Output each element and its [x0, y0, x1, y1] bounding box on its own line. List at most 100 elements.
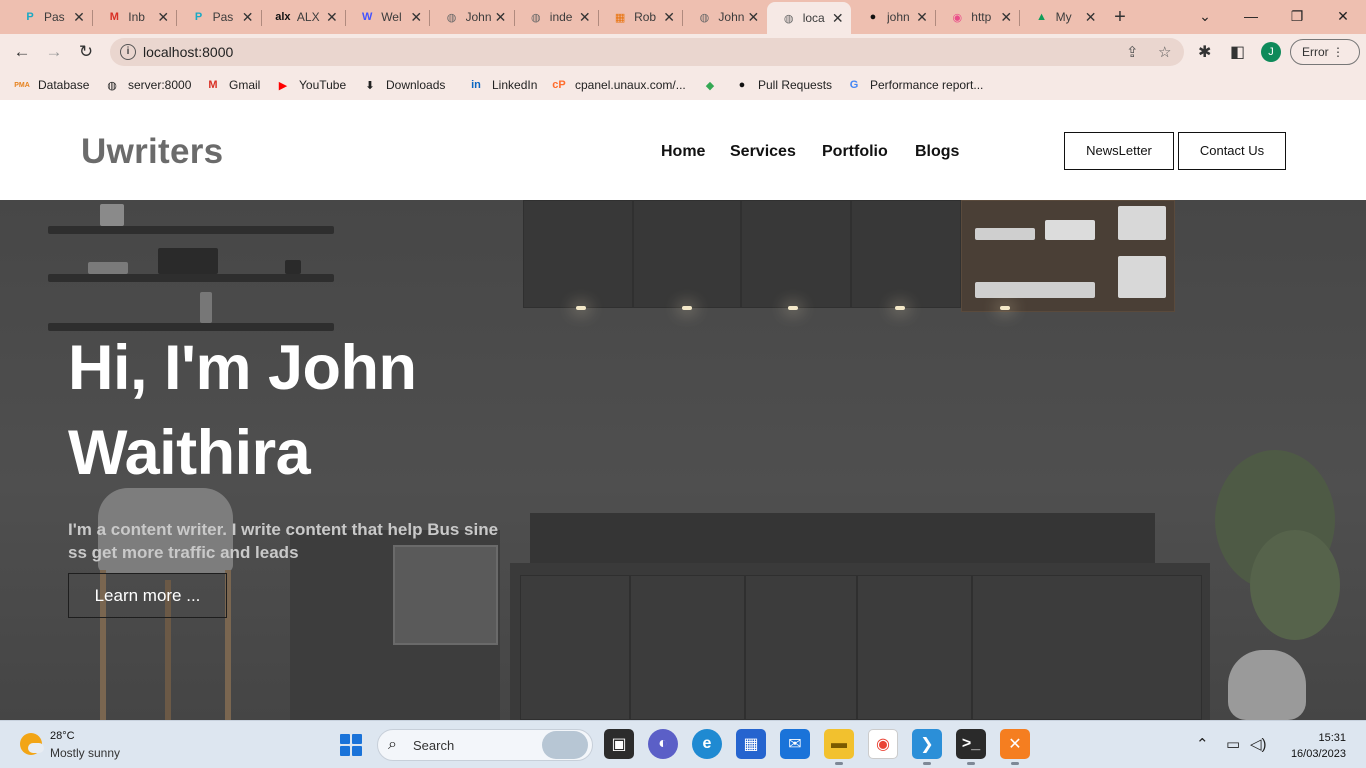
nav-services[interactable]: Services	[730, 143, 796, 161]
network-icon[interactable]: ▭	[1226, 735, 1240, 753]
minimize-button[interactable]: —	[1228, 4, 1274, 28]
nav-portfolio[interactable]: Portfolio	[822, 143, 888, 161]
nav-home[interactable]: Home	[661, 143, 705, 161]
browser-tab[interactable]: ◍ John ✕	[682, 4, 766, 30]
start-windows-icon[interactable]	[340, 734, 362, 756]
bookmark-item[interactable]: M Gmail	[205, 76, 260, 94]
extensions-puzzle-icon[interactable]: ✱	[1198, 42, 1211, 62]
close-tab-icon[interactable]: ✕	[156, 9, 170, 26]
bookmark-item[interactable]: ⬇ Downloads	[362, 76, 445, 94]
cabinet-door	[630, 575, 745, 720]
close-tab-icon[interactable]: ✕	[746, 9, 760, 26]
teams-chat-icon[interactable]: ◐	[648, 729, 678, 759]
cabinet-door	[520, 575, 630, 720]
close-tab-icon[interactable]: ✕	[1084, 9, 1098, 26]
maximize-button[interactable]: ❐	[1274, 4, 1320, 28]
shelf	[48, 226, 334, 234]
close-tab-icon[interactable]: ✕	[662, 9, 676, 26]
cabinet-door	[857, 575, 972, 720]
microsoft-store-icon[interactable]: ▦	[736, 729, 766, 759]
bookmark-star-icon[interactable]: ☆	[1158, 43, 1171, 61]
mail-icon[interactable]: ✉	[780, 729, 810, 759]
bookmark-item[interactable]: ◆	[702, 76, 726, 94]
bookmark-item[interactable]: ◍ server:8000	[104, 76, 191, 94]
tab-title: ALX	[296, 10, 320, 24]
vscode-icon[interactable]: ❯	[912, 729, 942, 765]
weather-condition[interactable]: Mostly sunny	[50, 746, 120, 760]
new-tab-button[interactable]: +	[1109, 6, 1131, 28]
browser-tab[interactable]: ▲ My ✕	[1020, 4, 1104, 30]
profile-avatar[interactable]: J	[1261, 42, 1281, 62]
close-tab-icon[interactable]: ✕	[578, 9, 592, 26]
share-icon[interactable]: ⇪	[1126, 43, 1139, 61]
edge-browser-icon[interactable]: e	[692, 729, 722, 759]
browser-tab[interactable]: ◉ http ✕	[935, 4, 1019, 30]
browser-tab[interactable]: ◍ inde ✕	[514, 4, 598, 30]
chrome-icon[interactable]: ◉	[868, 729, 898, 759]
close-tab-icon[interactable]: ✕	[241, 9, 255, 26]
bookmark-item[interactable]: ● Pull Requests	[734, 76, 832, 94]
tab-title: Inb	[128, 10, 145, 24]
close-tab-icon[interactable]: ✕	[72, 9, 86, 26]
side-panel-icon[interactable]: ◧	[1230, 42, 1245, 62]
browser-tab[interactable]: W Wel ✕	[345, 4, 429, 30]
browser-tab[interactable]: M Inb ✕	[92, 4, 176, 30]
browser-tab[interactable]: alx ALX ✕	[261, 4, 345, 30]
browser-tab[interactable]: P Pas ✕	[8, 4, 92, 30]
weather-sun-icon[interactable]	[20, 733, 44, 755]
bookmark-label: Downloads	[386, 78, 446, 92]
tab-title: Wel	[381, 10, 402, 24]
browser-tab[interactable]: P Pas ✕	[177, 4, 261, 30]
task-view-icon[interactable]: ▣	[604, 729, 634, 759]
file-explorer-icon[interactable]: ▬	[824, 729, 854, 765]
nav-blogs[interactable]: Blogs	[915, 143, 959, 161]
close-window-button[interactable]: ✕	[1320, 4, 1366, 28]
learn-more-button[interactable]: Learn more ...	[68, 573, 227, 618]
decor-item	[285, 260, 301, 274]
terminal-icon[interactable]: >_	[956, 729, 986, 765]
url-text[interactable]: localhost:8000	[143, 44, 233, 60]
browser-tab[interactable]: ◍ loca ✕	[766, 2, 851, 34]
bookmark-item[interactable]: PMA Database	[14, 76, 89, 94]
gmail-icon: M	[208, 79, 218, 91]
site-header: Uwriters Home Services Portfolio Blogs N…	[0, 100, 1366, 200]
xampp-icon[interactable]: ✕	[1000, 729, 1030, 765]
upper-cabinet	[633, 200, 741, 308]
weather-temperature[interactable]: 28°C	[50, 730, 75, 742]
contact-us-button[interactable]: Contact Us	[1178, 132, 1286, 170]
chevron-up-icon[interactable]: ⌃	[1196, 735, 1209, 753]
clock-time: 15:31	[1318, 732, 1346, 744]
newsletter-button[interactable]: NewsLetter	[1064, 132, 1174, 170]
site-logo[interactable]: Uwriters	[81, 132, 223, 172]
browser-tab[interactable]: ▦ Rob ✕	[598, 4, 682, 30]
search-placeholder: Search	[413, 738, 455, 753]
github-icon: ●	[869, 11, 877, 23]
address-bar[interactable]: i localhost:8000 ⇪ ☆	[110, 38, 1184, 66]
cpanel-icon: cP	[552, 79, 566, 91]
bookmark-item[interactable]: in LinkedIn	[468, 76, 537, 94]
close-tab-icon[interactable]: ✕	[999, 9, 1013, 26]
close-tab-icon[interactable]: ✕	[831, 10, 845, 27]
reload-icon[interactable]: ↻	[74, 40, 98, 64]
bookmark-label: server:8000	[128, 78, 192, 92]
volume-icon[interactable]: ◁)	[1250, 735, 1267, 753]
taskbar-search[interactable]: ⌕ Search	[377, 729, 593, 761]
close-tab-icon[interactable]: ✕	[409, 9, 423, 26]
system-clock[interactable]: 15:31 16/03/2023	[1284, 730, 1346, 762]
under-cabinet-light	[788, 306, 798, 310]
bookmark-item[interactable]: cP cpanel.unaux.com/...	[551, 76, 685, 94]
forward-arrow-icon[interactable]: →	[42, 40, 66, 64]
tab-search-chevron-icon[interactable]: ⌄	[1182, 4, 1228, 28]
bookmarks-bar: PMA Database ◍ server:8000 M Gmail ▶ YouTube ⬇ Do…	[0, 70, 1366, 100]
back-arrow-icon[interactable]: ←	[10, 40, 34, 64]
bookmark-item[interactable]: ▶ YouTube	[275, 76, 346, 94]
error-button[interactable]: Error ⋮	[1290, 39, 1360, 65]
phpmyadmin-icon: PMA	[14, 81, 30, 89]
close-tab-icon[interactable]: ✕	[494, 9, 508, 26]
close-tab-icon[interactable]: ✕	[915, 9, 929, 26]
site-info-icon[interactable]: i	[120, 44, 136, 60]
bookmark-item[interactable]: G Performance report...	[846, 76, 984, 94]
browser-tab[interactable]: ● john ✕	[851, 4, 935, 30]
close-tab-icon[interactable]: ✕	[325, 9, 339, 26]
browser-tab[interactable]: ◍ John ✕	[430, 4, 514, 30]
